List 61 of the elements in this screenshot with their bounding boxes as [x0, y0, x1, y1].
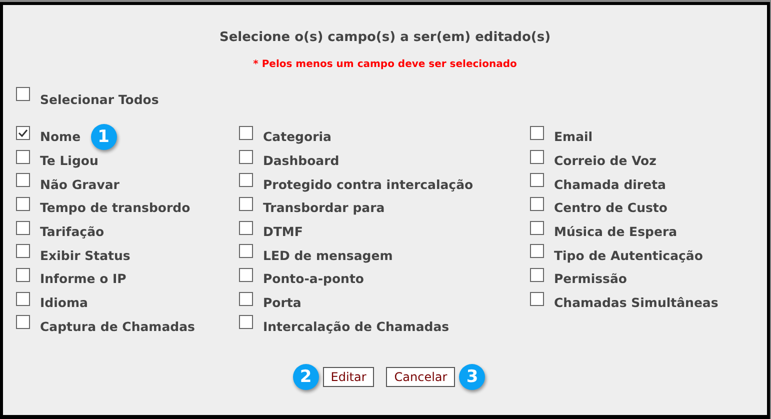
checkbox[interactable]	[530, 126, 544, 140]
dialog-button[interactable]: Cancelar	[386, 367, 456, 388]
checkbox-label: Porta	[263, 295, 302, 310]
checkbox[interactable]	[239, 126, 253, 140]
checkbox[interactable]	[530, 173, 544, 188]
checkbox-label: Centro de Custo	[554, 200, 668, 216]
checkbox[interactable]	[530, 244, 544, 258]
checkbox-label: LED de mensagem	[263, 248, 393, 263]
checkbox[interactable]	[530, 268, 544, 282]
checkbox-label: Tarifação	[40, 224, 104, 240]
checkbox[interactable]	[16, 196, 30, 211]
checkbox[interactable]	[239, 220, 253, 235]
checkbox[interactable]	[530, 220, 544, 235]
checkbox-label: Intercalação de Chamadas	[263, 318, 450, 334]
checkbox-label: Idioma	[40, 295, 88, 310]
dialog-title: Selecione o(s) campo(s) a ser(em) editado(s)	[218, 30, 552, 45]
step-badge: 3	[459, 364, 486, 390]
checkbox-label: Não Gravar	[40, 176, 120, 192]
checkbox-label: DTMF	[263, 224, 303, 240]
checkbox-label: Email	[554, 129, 593, 144]
checkbox-label: Permissão	[554, 271, 628, 286]
checkbox[interactable]	[239, 173, 253, 188]
checkbox[interactable]	[16, 244, 30, 258]
checkbox-label: Dashboard	[263, 153, 340, 168]
checkbox[interactable]	[16, 292, 30, 306]
checkbox-label: Transbordar para	[263, 200, 385, 216]
checkbox[interactable]	[16, 87, 30, 101]
checkbox-label: Selecionar Todos	[40, 92, 159, 107]
checkbox-label: Captura de Chamadas	[40, 318, 195, 334]
checkbox-label: Tipo de Autenticação	[554, 248, 703, 263]
checkbox-label: Categoria	[263, 129, 332, 144]
checkbox-label: Chamada direta	[554, 176, 666, 192]
step-badge: 1	[90, 124, 117, 150]
checkbox[interactable]	[16, 173, 30, 188]
checkbox[interactable]	[16, 126, 30, 140]
checkbox[interactable]	[530, 196, 544, 211]
step-badge: 2	[292, 364, 319, 390]
dialog-button[interactable]: Editar	[322, 367, 374, 388]
checkbox[interactable]	[16, 315, 30, 330]
checkbox[interactable]	[16, 220, 30, 235]
warning-text: * Pelos menos um campo deve ser selecionado	[252, 59, 518, 70]
checkbox-label: Nome	[40, 129, 81, 144]
checkbox[interactable]	[239, 315, 253, 330]
checkbox-label: Informe o IP	[40, 271, 126, 286]
checkbox[interactable]	[530, 292, 544, 306]
checkbox[interactable]	[239, 196, 253, 211]
checkbox-label: Música de Espera	[554, 224, 678, 240]
checkbox[interactable]	[239, 292, 253, 306]
checkbox[interactable]	[16, 150, 30, 164]
checkbox[interactable]	[530, 150, 544, 164]
checkbox[interactable]	[239, 268, 253, 282]
checkbox[interactable]	[239, 150, 253, 164]
checkbox[interactable]	[16, 268, 30, 282]
checkbox-label: Tempo de transbordo	[40, 200, 190, 216]
checkbox-label: Ponto-a-ponto	[263, 271, 364, 286]
checkbox-label: Correio de Voz	[554, 153, 656, 168]
checkbox[interactable]	[239, 244, 253, 258]
checkbox-label: Chamadas Simultâneas	[554, 295, 718, 310]
checkbox-label: Te Ligou	[40, 153, 98, 168]
checkbox-label: Protegido contra intercalação	[263, 176, 474, 192]
checkbox-label: Exibir Status	[40, 248, 130, 263]
